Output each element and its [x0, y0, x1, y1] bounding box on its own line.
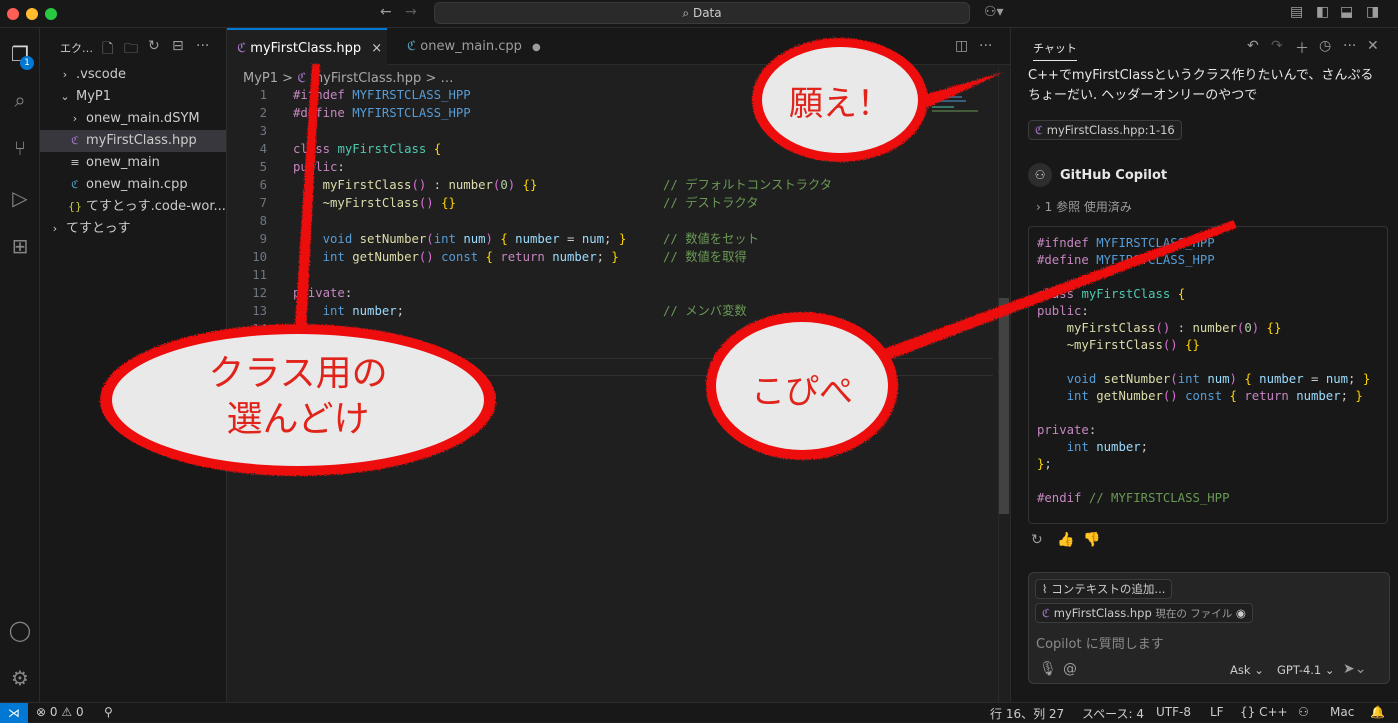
bubble-select-line1: クラス用の: [208, 353, 388, 394]
bubble-pray-text: 願え！: [789, 84, 891, 124]
bubble-select-line2: 選んどけ: [226, 399, 370, 440]
bubble-copy-text: こぴぺ: [751, 372, 853, 412]
copy-pointer-line: [832, 220, 1236, 380]
